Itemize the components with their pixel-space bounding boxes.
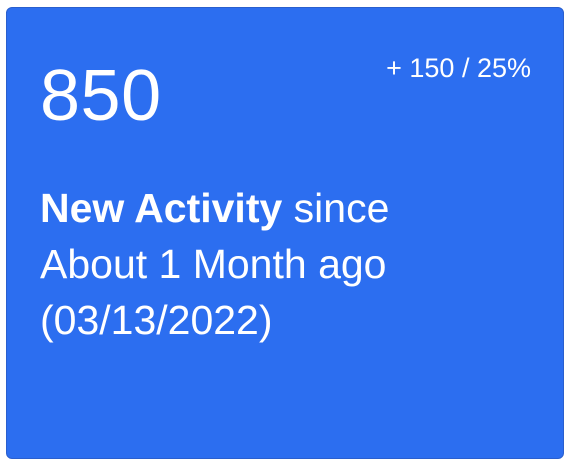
activity-count: 850 xyxy=(40,56,162,136)
activity-relative-time: About 1 Month ago xyxy=(40,241,387,287)
activity-since-text: since xyxy=(282,185,390,231)
activity-label: New Activity xyxy=(40,185,283,231)
activity-date: (03/13/2022) xyxy=(40,297,273,343)
activity-description: New Activity since About 1 Month ago (03… xyxy=(40,180,520,348)
activity-change: + 150 / 25% xyxy=(386,53,531,83)
activity-stat-card: 850 + 150 / 25% New Activity since About… xyxy=(6,7,564,459)
